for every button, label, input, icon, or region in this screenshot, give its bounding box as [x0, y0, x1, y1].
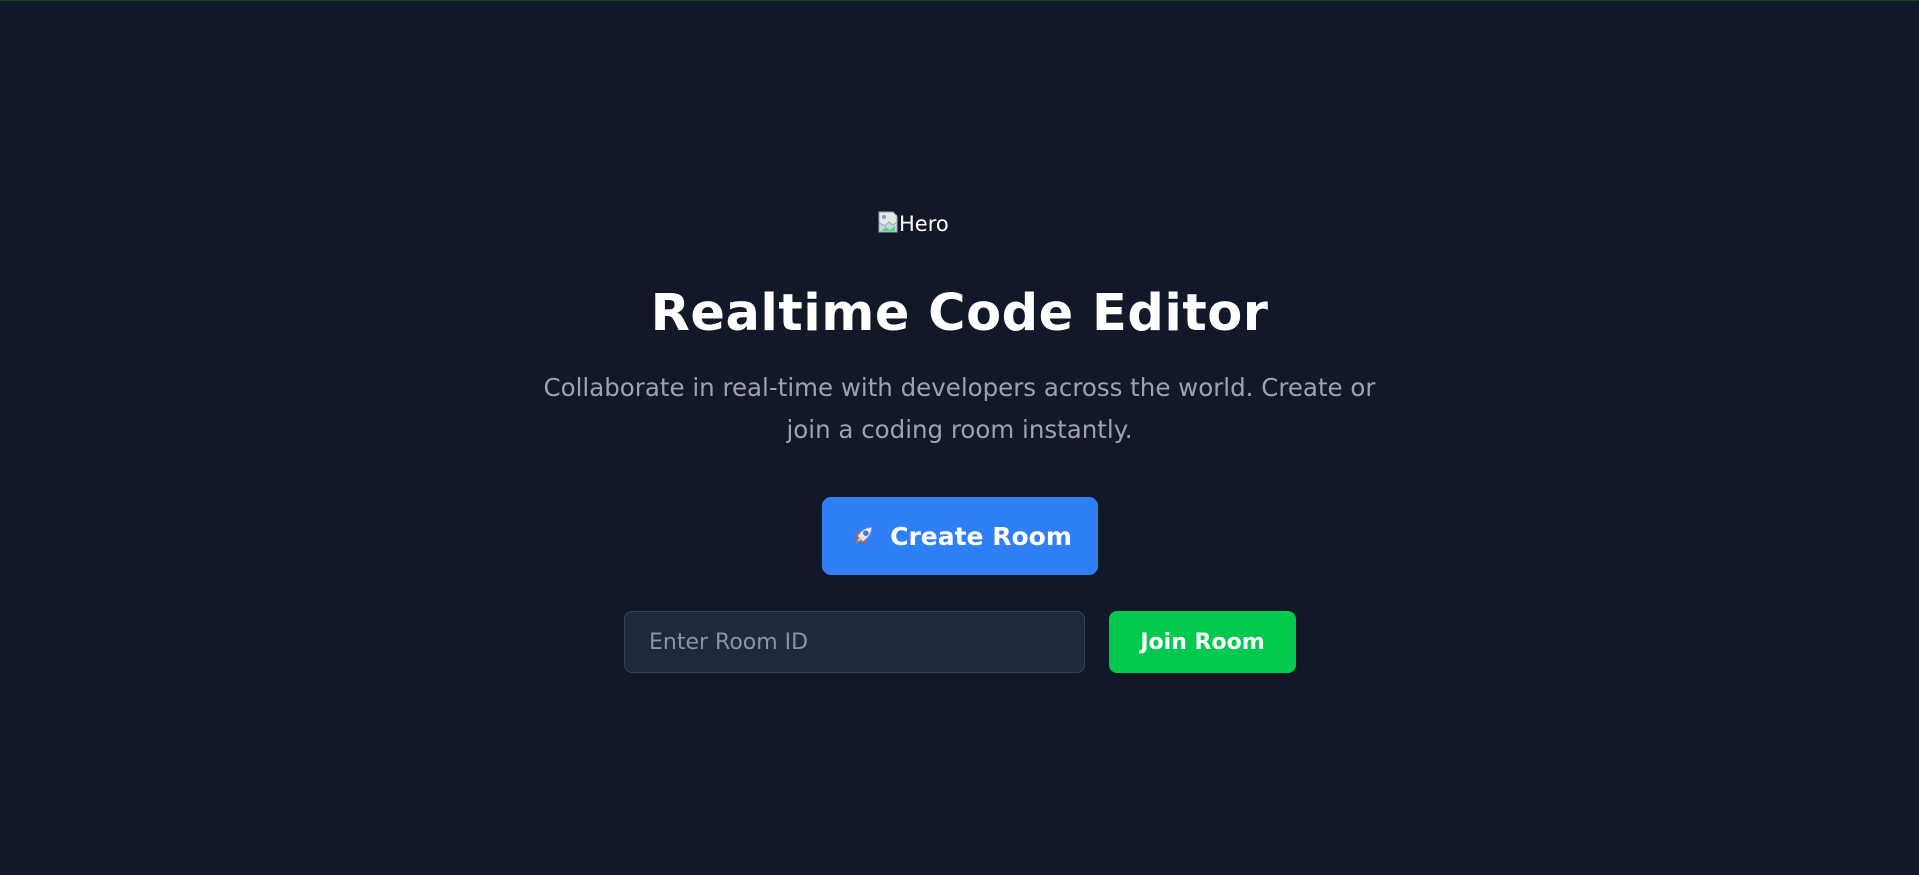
join-room-button[interactable]: Join Room: [1109, 611, 1296, 673]
create-room-label: Create Room: [890, 521, 1072, 551]
page-subtitle: Collaborate in real-time with developers…: [543, 373, 1376, 444]
broken-image-icon: [876, 210, 900, 234]
room-id-input[interactable]: [624, 611, 1085, 673]
rocket-icon: [848, 521, 878, 551]
hero-image-alt-text: Hero: [899, 212, 949, 236]
page-title: Realtime Code Editor: [650, 284, 1269, 343]
hero-image: Hero: [876, 209, 1036, 254]
create-room-button[interactable]: Create Room: [822, 497, 1098, 575]
